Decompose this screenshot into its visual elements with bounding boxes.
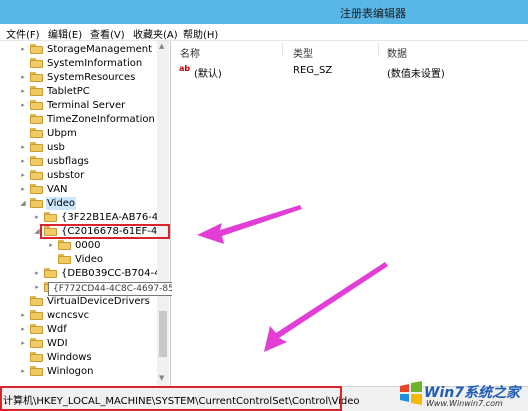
annotation-arrow-lower [264,262,388,352]
watermark: Win7系统之家 Www.Winwin7.com [398,380,528,411]
windows-logo-icon [400,381,422,405]
annotation-arrows [197,205,388,352]
watermark-url: Www.Winwin7.com [426,399,503,408]
annotation-arrow-upper [197,205,302,244]
